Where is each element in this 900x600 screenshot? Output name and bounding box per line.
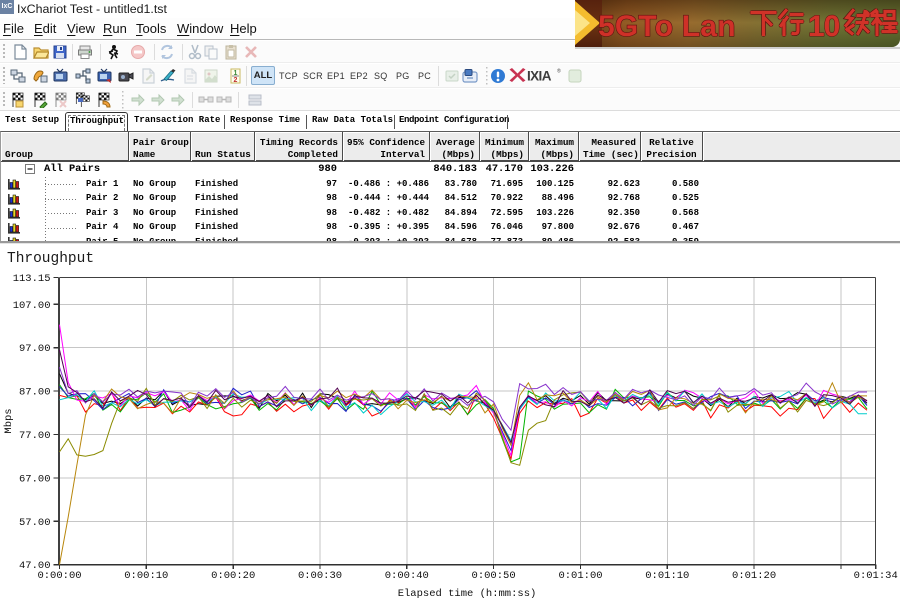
svg-text:5GTo Lan: 5GTo Lan [598,10,736,43]
svg-text:Elapsed time (h:mm:ss): Elapsed time (h:mm:ss) [398,588,537,600]
svg-text:113.15: 113.15 [13,273,51,285]
svg-text:0:00:30: 0:00:30 [298,570,342,582]
svg-text:0:00:00: 0:00:00 [37,570,81,582]
svg-text:0:00:10: 0:00:10 [124,570,168,582]
svg-text:0:01:20: 0:01:20 [732,570,776,582]
svg-text:57.00: 57.00 [19,517,51,529]
svg-text:0:01:10: 0:01:10 [645,570,689,582]
svg-text:97.00: 97.00 [19,343,51,355]
svg-text:IXIA: IXIA [527,69,552,84]
svg-text:107.00: 107.00 [13,300,51,312]
svg-text:0:00:40: 0:00:40 [385,570,429,582]
svg-text:67.00: 67.00 [19,473,51,485]
svg-text:0:01:34: 0:01:34 [854,570,898,582]
svg-text:Mbps: Mbps [3,408,15,433]
svg-text:®: ® [557,68,561,75]
svg-text:0:00:50: 0:00:50 [472,570,516,582]
svg-text:87.00: 87.00 [19,387,51,399]
svg-text:77.00: 77.00 [19,430,51,442]
svg-text:0:01:00: 0:01:00 [558,570,602,582]
svg-text:0:00:20: 0:00:20 [211,570,255,582]
svg-text:10: 10 [808,10,840,43]
svg-text:2: 2 [234,77,238,84]
